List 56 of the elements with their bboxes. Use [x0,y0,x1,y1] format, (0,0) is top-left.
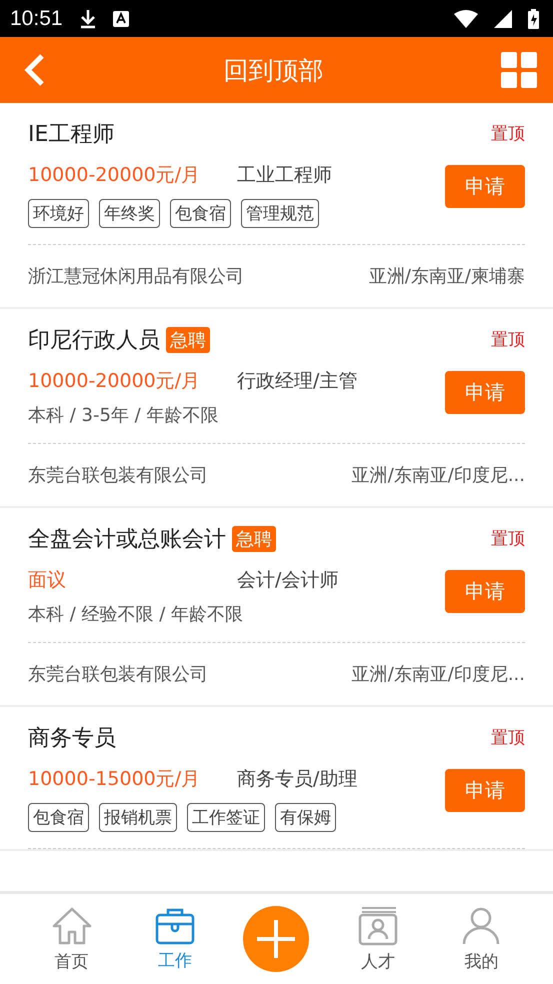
company-name: 东莞台联包装有限公司 [28,464,208,487]
keyboard-icon [112,10,129,26]
salary: 10000-15000元/月 [28,767,202,792]
pinned-label: 置顶 [491,528,525,550]
pinned-label: 置顶 [491,123,525,145]
talent-tab[interactable]: 人才 [342,906,413,972]
work-tab[interactable]: 工作 [140,906,210,972]
job-tag: 管理规范 [241,199,319,228]
job-tag: 报销机票 [99,803,177,832]
briefcase-icon [155,906,196,944]
urgent-badge: 急聘 [166,327,210,353]
job-tag: 包食宿 [170,199,231,228]
plus-icon [257,920,296,958]
apply-button[interactable]: 申请 [445,570,525,613]
battery-icon [528,8,539,28]
job-category: 工业工程师 [237,163,332,188]
job-location: 亚洲/东南亚/柬埔寨 [368,265,525,288]
job-requirements: 本科 / 3-5年 / 年龄不限 [28,404,220,427]
job-category: 商务专员/助理 [237,767,358,792]
page-title: 回到顶部 [222,54,324,86]
home-icon [52,906,92,946]
job-location: 亚洲/东南亚/印度尼... [352,464,525,487]
contact-card-icon [358,906,398,946]
pinned-label: 置顶 [491,329,525,351]
salary: 面议 [28,568,67,593]
company-name: 东莞台联包装有限公司 [28,663,208,686]
profile-tab[interactable]: 我的 [446,906,516,972]
apply-button[interactable]: 申请 [445,371,525,414]
grid-menu-button[interactable] [501,52,537,88]
job-category: 行政经理/主管 [237,369,358,394]
urgent-badge: 急聘 [232,526,276,552]
job-tag: 工作签证 [187,803,265,832]
pinned-label: 置顶 [491,727,525,749]
job-tag: 环境好 [28,199,89,228]
signal-icon [494,10,512,28]
company-name: 浙江慧冠休闲用品有限公司 [28,265,244,288]
job-tag: 年终奖 [99,199,160,228]
apply-button[interactable]: 申请 [445,165,525,208]
salary: 10000-20000元/月 [28,369,202,394]
wifi-icon [454,10,478,28]
salary: 10000-20000元/月 [28,163,202,188]
job-title: 商务专员 [28,725,116,753]
person-icon [461,906,502,946]
job-title: IE工程师 [28,121,114,149]
job-title: 印尼行政人员 [28,327,160,355]
job-requirements: 本科 / 经验不限 / 年龄不限 [28,603,244,626]
back-button[interactable] [22,53,46,87]
home-tab[interactable]: 首页 [36,906,107,972]
job-location: 亚洲/东南亚/印度尼... [352,663,525,686]
job-tag: 包食宿 [28,803,89,832]
apply-button[interactable]: 申请 [445,769,525,812]
status-time: 10:51 [10,6,63,30]
job-category: 会计/会计师 [237,568,338,593]
download-icon [78,8,97,28]
job-tag: 有保姆 [275,803,336,832]
job-title: 全盘会计或总账会计 [28,526,226,554]
